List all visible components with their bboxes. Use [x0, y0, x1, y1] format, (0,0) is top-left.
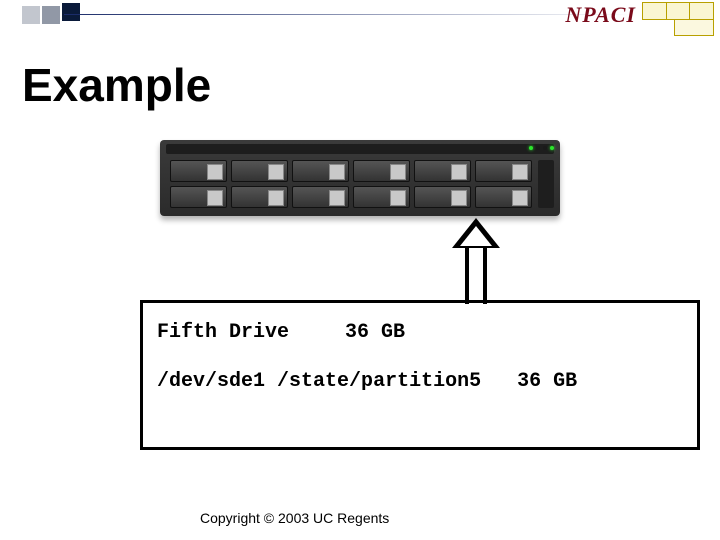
drive-device: /dev/sde1 — [157, 370, 265, 393]
npaci-logo: NPACI — [565, 2, 636, 28]
accent-squares — [22, 6, 80, 24]
slide-title: Example — [22, 58, 211, 112]
drive-capacity: 36 GB — [345, 321, 405, 344]
server-illustration — [160, 140, 560, 216]
accent-line — [64, 14, 630, 15]
drive-label: Fifth Drive — [157, 321, 289, 344]
drive-mount: /state/partition5 — [277, 370, 481, 393]
callout-arrow — [456, 218, 496, 308]
brand-block — [642, 2, 714, 36]
drive-size: 36 GB — [517, 370, 577, 393]
drive-info-box: Fifth Drive 36 GB /dev/sde1 /state/partit… — [140, 300, 700, 450]
copyright-text: Copyright © 2003 UC Regents — [200, 510, 389, 526]
